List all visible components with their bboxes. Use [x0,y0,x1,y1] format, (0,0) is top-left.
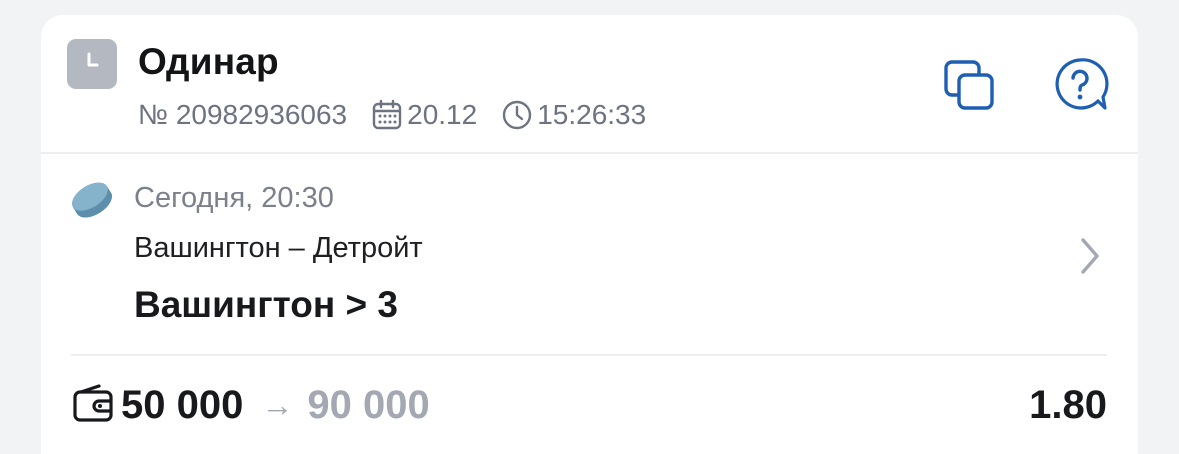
bet-header: Одинар № 20982936063 20.12 15:26:33 [41,15,1138,154]
bet-date: 20.12 [407,99,478,130]
clock-time-icon [501,99,533,131]
stake-amount: 50 000 [121,382,244,427]
help-button[interactable] [1053,57,1109,118]
event-details-link[interactable] [1071,236,1111,276]
bet-pick: Вашингтон > 3 [134,284,398,325]
bet-time: 15:26:33 [537,99,647,130]
calendar-icon [371,99,403,131]
copy-button[interactable] [941,59,997,115]
chevron-right-icon [1071,238,1111,280]
pending-status-badge [67,39,117,89]
wallet-icon [71,383,115,427]
clock-icon [78,48,106,81]
footer-divider [71,354,1107,356]
arrow-right-icon: → [261,386,294,423]
bet-meta: № 20982936063 20.12 15:26:33 [138,99,646,131]
bet-number: № 20982936063 [138,99,348,130]
potential-payout: 90 000 [307,382,430,427]
bet-type-title: Одинар [138,41,279,82]
event-start-time: Сегодня, 20:30 [134,182,334,214]
bet-card: Одинар № 20982936063 20.12 15:26:33 Сего… [41,15,1138,454]
odds-value: 1.80 [1029,382,1107,427]
copy-icon [943,59,995,116]
hockey-puck-icon [68,180,116,225]
event-row[interactable]: Сегодня, 20:30 Вашингтон – Детройт Вашин… [41,154,1138,354]
help-bubble-icon [1053,57,1109,118]
event-teams: Вашингтон – Детройт [134,232,423,264]
bet-footer: 50 000 → 90 000 1.80 [71,377,1107,433]
